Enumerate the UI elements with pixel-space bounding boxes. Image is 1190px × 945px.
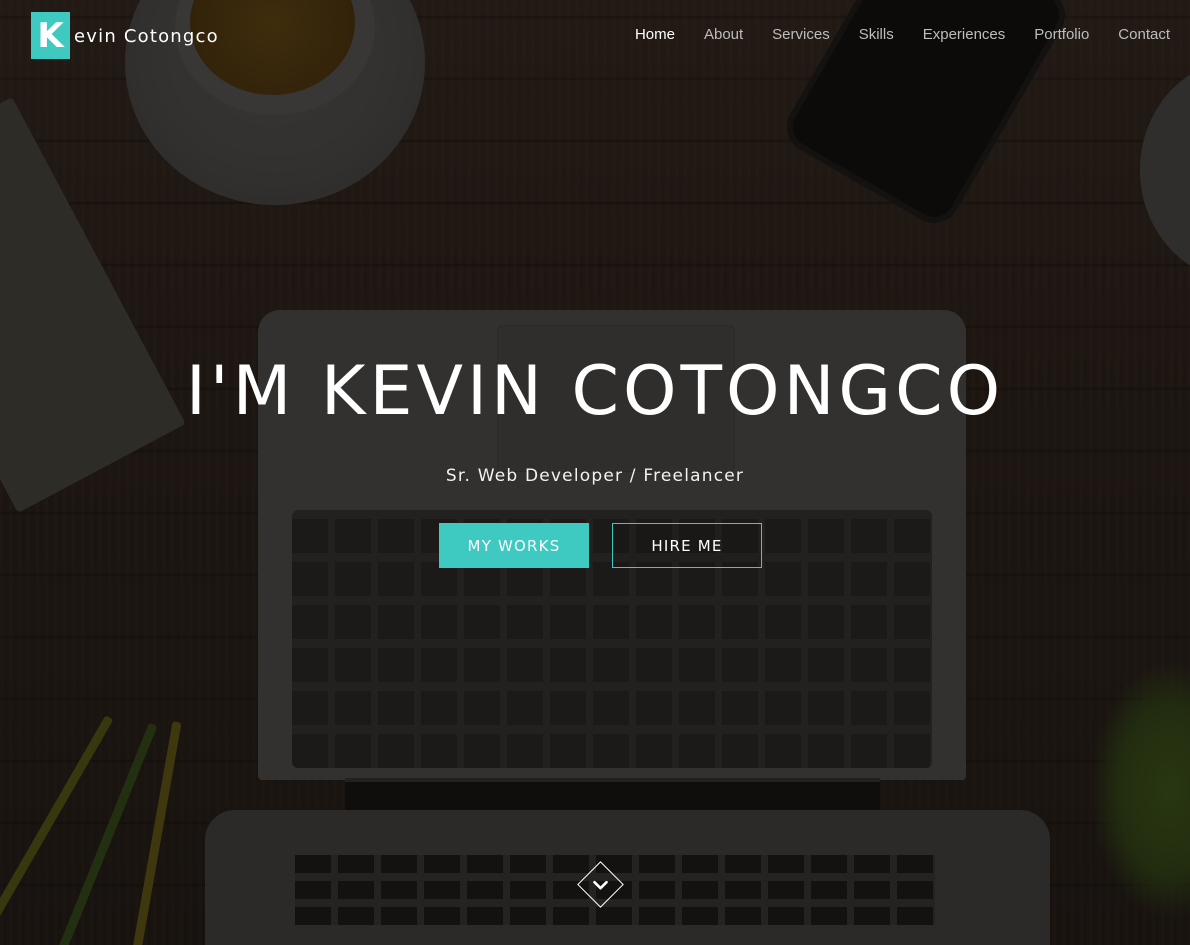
nav-item-home[interactable]: Home bbox=[635, 26, 675, 43]
nav-item-contact[interactable]: Contact bbox=[1118, 26, 1170, 43]
navbar: K evin Cotongco Home About Services Skil… bbox=[0, 0, 1190, 70]
scroll-down-button[interactable] bbox=[577, 861, 624, 908]
brand-initial: K bbox=[31, 12, 70, 59]
hero-section: K evin Cotongco Home About Services Skil… bbox=[0, 0, 1190, 945]
hero-content: I'M KEVIN COTONGCO Sr. Web Developer / F… bbox=[0, 0, 1190, 945]
nav-item-portfolio[interactable]: Portfolio bbox=[1034, 26, 1089, 43]
nav-item-skills[interactable]: Skills bbox=[859, 26, 894, 43]
chevron-down-icon bbox=[593, 880, 608, 889]
hire-me-button[interactable]: HIRE ME bbox=[612, 523, 762, 568]
brand-name: evin Cotongco bbox=[74, 26, 219, 47]
my-works-button[interactable]: MY WORKS bbox=[439, 523, 589, 568]
nav-item-services[interactable]: Services bbox=[772, 26, 830, 43]
brand-logo[interactable]: K evin Cotongco bbox=[31, 12, 219, 59]
nav-item-experiences[interactable]: Experiences bbox=[923, 26, 1006, 43]
hero-subtitle: Sr. Web Developer / Freelancer bbox=[445, 466, 745, 486]
nav-item-about[interactable]: About bbox=[704, 26, 743, 43]
nav-menu: Home About Services Skills Experiences P… bbox=[606, 26, 1170, 43]
hero-title: I'M KEVIN COTONGCO bbox=[185, 352, 1005, 431]
